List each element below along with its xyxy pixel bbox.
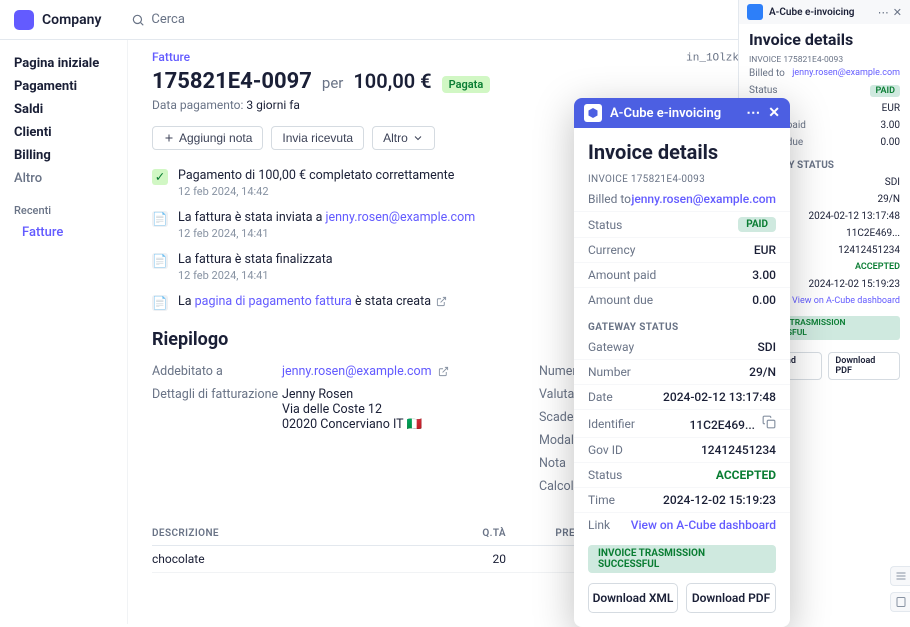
sidebar-item-invoices[interactable]: Fatture [14, 221, 127, 244]
billing-addr1: Via delle Coste 12 [282, 402, 499, 417]
modal-dashboard-link[interactable]: View on A-Cube dashboard [631, 518, 776, 532]
plus-icon [163, 132, 175, 144]
paid-badge: Pagata [442, 76, 491, 93]
close-icon[interactable]: ✕ [768, 105, 780, 121]
sidebar-item-customers[interactable]: Clienti [14, 121, 127, 144]
modal-invoice-details: A-Cube e-invoicing ⋯ ✕ Invoice details I… [574, 98, 790, 627]
chevron-down-icon [412, 132, 424, 144]
more-button[interactable]: Altro [372, 126, 435, 150]
row-qty: 20 [446, 552, 506, 566]
drawer-download-pdf[interactable]: Download PDF [828, 352, 900, 380]
billing-addr2: 02020 Concerviano IT 🇮🇹 [282, 417, 499, 432]
more-icon[interactable]: ⋯ [878, 6, 889, 19]
company-logo [14, 10, 34, 30]
side-tab-list-icon[interactable] [890, 566, 910, 586]
drawer-billed-to[interactable]: jenny.rosen@example.com [792, 68, 900, 79]
modal-gateway-heading: Gateway status [574, 312, 790, 335]
drawer-dashboard-link[interactable]: View on A-Cube dashboard [792, 296, 900, 307]
invoice-amount: 100,00 € [353, 69, 431, 93]
sidebar-item-more[interactable]: Altro [14, 167, 127, 190]
modal-currency-label: Currency [588, 243, 635, 257]
side-tab-doc-icon[interactable] [890, 592, 910, 612]
modal-status-label: Status [588, 218, 622, 232]
breadcrumb-invoices[interactable]: Fatture [152, 50, 190, 64]
modal-amount-paid-label: Amount paid [588, 268, 656, 282]
check-icon: ✓ [152, 169, 168, 185]
modal-download-pdf-button[interactable]: Download PDF [686, 583, 776, 613]
modal-title: Invoice details [574, 128, 790, 172]
modal-billed-to-label: Billed to [588, 192, 631, 206]
close-icon[interactable]: ✕ [893, 6, 902, 19]
sidebar-item-balances[interactable]: Saldi [14, 98, 127, 121]
billing-details-label: Dettagli di fatturazione [152, 387, 282, 432]
drawer-app-name: A-Cube e-invoicing [769, 7, 854, 18]
modal-status2-label: Status [588, 468, 622, 482]
timeline-email-link[interactable]: jenny.rosen@example.com [326, 210, 476, 225]
invoice-number: 175821E4-0097 [152, 69, 312, 94]
timeline-page-link[interactable]: pagina di pagamento fattura [195, 294, 352, 309]
modal-gateway-value: SDI [758, 340, 777, 354]
billed-to-email[interactable]: jenny.rosen@example.com [282, 364, 432, 379]
pay-date-value: 3 giorni fa [246, 98, 300, 112]
row-desc: chocolate [152, 552, 446, 566]
external-link-icon[interactable] [438, 366, 449, 377]
sidebar: Pagina iniziale Pagamenti Saldi Clienti … [0, 40, 128, 624]
modal-gateway-label: Gateway [588, 340, 634, 354]
modal-gov-id-label: Gov ID [588, 443, 623, 457]
modal-gov-id-value: 12412451234 [701, 443, 776, 457]
modal-number-value: 29/N [749, 365, 776, 379]
modal-link-label: Link [588, 518, 610, 532]
acube-app-icon [747, 4, 763, 20]
drawer-title: Invoice details [739, 24, 910, 55]
per-label: per [322, 74, 343, 92]
search-input[interactable]: Cerca [131, 12, 750, 27]
modal-accepted-badge: ACCEPTED [716, 468, 776, 482]
modal-time-label: Time [588, 493, 615, 507]
search-icon [131, 13, 145, 27]
sidebar-item-billing[interactable]: Billing [14, 144, 127, 167]
more-icon[interactable]: ⋯ [746, 105, 760, 121]
modal-transmission-badge: INVOICE TRASMISSION SUCCESSFUL [588, 545, 776, 573]
modal-amount-due-label: Amount due [588, 293, 653, 307]
modal-identifier-label: Identifier [588, 417, 635, 431]
modal-date-label: Date [588, 390, 613, 404]
modal-time-value: 2024-12-02 15:19:23 [663, 493, 776, 507]
document-icon: 📄 [152, 253, 168, 269]
th-qty: Q.TÀ [446, 528, 506, 539]
modal-invoice-label: INVOICE 175821E4-0093 [574, 172, 790, 187]
side-tabs [890, 566, 910, 612]
modal-amount-paid-value: 3.00 [752, 268, 776, 282]
modal-number-label: Number [588, 365, 631, 379]
modal-paid-badge: PAID [738, 217, 776, 232]
copy-icon[interactable] [762, 415, 776, 429]
modal-identifier-value: 11C2E469... [689, 415, 776, 432]
drawer-paid-badge: PAID [870, 85, 900, 97]
document-icon: 📄 [152, 211, 168, 227]
billing-name: Jenny Rosen [282, 387, 499, 402]
add-note-button[interactable]: Aggiungi nota [152, 126, 263, 150]
th-desc: DESCRIZIONE [152, 528, 446, 539]
sidebar-item-payments[interactable]: Pagamenti [14, 75, 127, 98]
pay-date-label: Data pagamento: [152, 98, 243, 112]
modal-billed-to-email[interactable]: jenny.rosen@example.com [631, 192, 776, 206]
document-icon: 📄 [152, 295, 168, 311]
billed-to-label: Addebitato a [152, 364, 282, 379]
modal-download-xml-button[interactable]: Download XML [588, 583, 678, 613]
external-link-icon[interactable] [436, 296, 447, 307]
drawer-invoice-label: INVOICE 175821E4-0093 [739, 55, 910, 65]
modal-currency-value: EUR [754, 243, 776, 257]
modal-date-value: 2024-02-12 13:17:48 [663, 390, 776, 404]
send-receipt-button[interactable]: Invia ricevuta [271, 126, 364, 150]
search-placeholder: Cerca [151, 12, 185, 27]
modal-amount-due-value: 0.00 [752, 293, 776, 307]
company-name: Company [42, 12, 101, 28]
sidebar-item-home[interactable]: Pagina iniziale [14, 52, 127, 75]
modal-app-name: A-Cube e-invoicing [610, 106, 721, 121]
sidebar-recent-label: Recenti [14, 204, 127, 217]
acube-app-icon [584, 104, 602, 122]
